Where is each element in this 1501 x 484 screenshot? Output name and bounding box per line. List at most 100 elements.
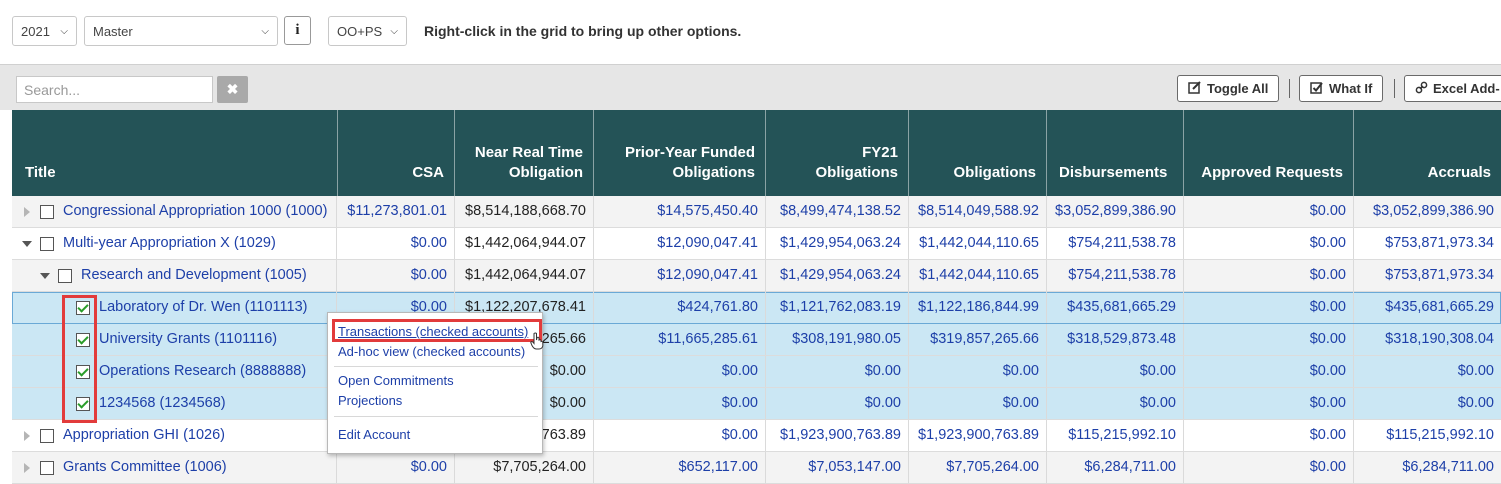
column-header-fy21[interactable]: FY21 Obligations: [766, 110, 909, 196]
account-title-link[interactable]: Operations Research (8888888): [99, 356, 306, 387]
title-cell[interactable]: Congressional Appropriation 1000 (1000): [12, 196, 337, 227]
title-cell[interactable]: 1234568 (1234568): [12, 388, 337, 419]
value-cell[interactable]: $0.00: [338, 228, 455, 259]
excel-addin-button[interactable]: Excel Add-: [1404, 75, 1501, 102]
value-cell[interactable]: $754,211,538.78: [1047, 228, 1184, 259]
year-select[interactable]: 2021 ⌵: [12, 16, 77, 46]
value-cell[interactable]: $754,211,538.78: [1047, 260, 1184, 291]
value-cell[interactable]: $0.00: [1354, 388, 1501, 419]
value-cell[interactable]: $0.00: [766, 388, 909, 419]
value-cell[interactable]: $8,514,188,668.70: [455, 196, 594, 227]
value-cell[interactable]: $1,442,064,944.07: [455, 228, 594, 259]
value-cell[interactable]: $8,514,049,588.92: [909, 196, 1047, 227]
value-cell[interactable]: $8,499,474,138.52: [766, 196, 909, 227]
account-title-link[interactable]: Congressional Appropriation 1000 (1000): [63, 196, 327, 227]
value-cell[interactable]: $14,575,450.40: [594, 196, 766, 227]
expanded-caret-icon[interactable]: [22, 241, 32, 247]
value-cell[interactable]: $3,052,899,386.90: [1047, 196, 1184, 227]
account-title-link[interactable]: 1234568 (1234568): [99, 388, 226, 419]
value-cell[interactable]: $0.00: [1184, 324, 1354, 355]
column-header-approved-requests[interactable]: Approved Requests: [1184, 110, 1354, 196]
table-row[interactable]: Operations Research (8888888) $0.00 $0.00 $…: [12, 356, 1501, 388]
value-cell[interactable]: $115,215,992.10: [1354, 420, 1501, 451]
account-title-link[interactable]: University Grants (1101116): [99, 324, 277, 355]
column-header-title[interactable]: Title: [12, 110, 338, 196]
search-input[interactable]: [16, 76, 213, 103]
value-cell[interactable]: $435,681,665.29: [1047, 292, 1184, 323]
table-row[interactable]: 1234568 (1234568) $0.00 $0.00 $0.00 $0.00 $0.…: [12, 388, 1501, 420]
value-cell[interactable]: $753,871,973.34: [1354, 228, 1501, 259]
expanded-caret-icon[interactable]: [40, 273, 50, 279]
title-cell[interactable]: Appropriation GHI (1026): [12, 420, 337, 451]
collapsed-caret-icon[interactable]: [24, 207, 30, 217]
menu-item-projections[interactable]: Projections: [338, 393, 402, 408]
title-cell[interactable]: University Grants (1101116): [12, 324, 337, 355]
value-cell[interactable]: $424,761.80: [594, 292, 766, 323]
row-checkbox[interactable]: [58, 269, 72, 283]
title-cell[interactable]: Research and Development (1005): [12, 260, 337, 291]
value-cell[interactable]: $1,923,900,763.89: [909, 420, 1047, 451]
account-title-link[interactable]: Laboratory of Dr. Wen (1101113): [99, 292, 308, 323]
value-cell[interactable]: $0.00: [909, 356, 1047, 387]
row-checkbox[interactable]: [40, 205, 54, 219]
mode-select[interactable]: OO+PS ⌵: [328, 16, 407, 46]
value-cell[interactable]: $0.00: [1184, 356, 1354, 387]
column-header-prior-year[interactable]: Prior-Year Funded Obligations: [594, 110, 766, 196]
value-cell[interactable]: $1,121,762,083.19: [766, 292, 909, 323]
value-cell[interactable]: $0.00: [1184, 228, 1354, 259]
title-cell[interactable]: Multi-year Appropriation X (1029): [12, 228, 337, 259]
column-header-disbursements[interactable]: Disbursements: [1047, 110, 1184, 196]
row-checkbox[interactable]: [40, 237, 54, 251]
value-cell[interactable]: $0.00: [594, 388, 766, 419]
value-cell[interactable]: $0.00: [766, 356, 909, 387]
value-cell[interactable]: $12,090,047.41: [594, 228, 766, 259]
value-cell[interactable]: $11,665,285.61: [594, 324, 766, 355]
value-cell[interactable]: $0.00: [594, 356, 766, 387]
column-header-obligations[interactable]: Obligations: [909, 110, 1047, 196]
collapsed-caret-icon[interactable]: [24, 463, 30, 473]
collapsed-caret-icon[interactable]: [24, 431, 30, 441]
toggle-all-button[interactable]: Toggle All: [1177, 75, 1280, 102]
title-cell[interactable]: Operations Research (8888888): [12, 356, 337, 387]
row-checkbox[interactable]: [40, 429, 54, 443]
table-row[interactable]: Research and Development (1005) $0.00 $1,4…: [12, 260, 1501, 292]
value-cell[interactable]: $318,529,873.48: [1047, 324, 1184, 355]
account-title-link[interactable]: Appropriation GHI (1026): [63, 420, 225, 451]
menu-item-open-commitments[interactable]: Open Commitments: [338, 373, 454, 388]
value-cell[interactable]: $753,871,973.34: [1354, 260, 1501, 291]
column-header-accruals[interactable]: Accruals: [1354, 110, 1501, 196]
value-cell[interactable]: $0.00: [1354, 356, 1501, 387]
value-cell[interactable]: $1,429,954,063.24: [766, 260, 909, 291]
value-cell[interactable]: $319,857,265.66: [909, 324, 1047, 355]
info-button[interactable]: i: [284, 16, 311, 45]
table-row[interactable]: Grants Committee (1006) $0.00 $7,705,264.0…: [12, 452, 1501, 484]
table-row[interactable]: Multi-year Appropriation X (1029) $0.00 $1…: [12, 228, 1501, 260]
table-row[interactable]: Laboratory of Dr. Wen (1101113) $0.00 $1,1…: [12, 292, 1501, 324]
title-cell[interactable]: Laboratory of Dr. Wen (1101113): [12, 292, 337, 323]
value-cell[interactable]: $1,429,954,063.24: [766, 228, 909, 259]
column-header-csa[interactable]: CSA: [338, 110, 455, 196]
table-row[interactable]: Congressional Appropriation 1000 (1000) $…: [12, 196, 1501, 228]
value-cell[interactable]: $308,191,980.05: [766, 324, 909, 355]
account-title-link[interactable]: Multi-year Appropriation X (1029): [63, 228, 276, 259]
value-cell[interactable]: $0.00: [1184, 388, 1354, 419]
value-cell[interactable]: $1,122,186,844.99: [909, 292, 1047, 323]
value-cell[interactable]: $12,090,047.41: [594, 260, 766, 291]
value-cell[interactable]: $1,923,900,763.89: [766, 420, 909, 451]
value-cell[interactable]: $1,442,064,944.07: [455, 260, 594, 291]
value-cell[interactable]: $0.00: [1047, 356, 1184, 387]
value-cell[interactable]: $3,052,899,386.90: [1354, 196, 1501, 227]
value-cell[interactable]: $318,190,308.04: [1354, 324, 1501, 355]
value-cell[interactable]: $115,215,992.10: [1047, 420, 1184, 451]
value-cell[interactable]: $0.00: [338, 260, 455, 291]
value-cell[interactable]: $0.00: [1184, 420, 1354, 451]
value-cell[interactable]: $0.00: [594, 420, 766, 451]
account-title-link[interactable]: Research and Development (1005): [81, 260, 307, 291]
menu-item-edit-account[interactable]: Edit Account: [338, 427, 410, 442]
value-cell[interactable]: $0.00: [909, 388, 1047, 419]
value-cell[interactable]: $0.00: [1184, 292, 1354, 323]
menu-item-adhoc-view[interactable]: Ad-hoc view (checked accounts): [338, 344, 525, 359]
column-header-near-real-time[interactable]: Near Real Time Obligation: [455, 110, 594, 196]
clear-search-button[interactable]: ✖: [217, 76, 248, 103]
value-cell[interactable]: $435,681,665.29: [1354, 292, 1501, 323]
